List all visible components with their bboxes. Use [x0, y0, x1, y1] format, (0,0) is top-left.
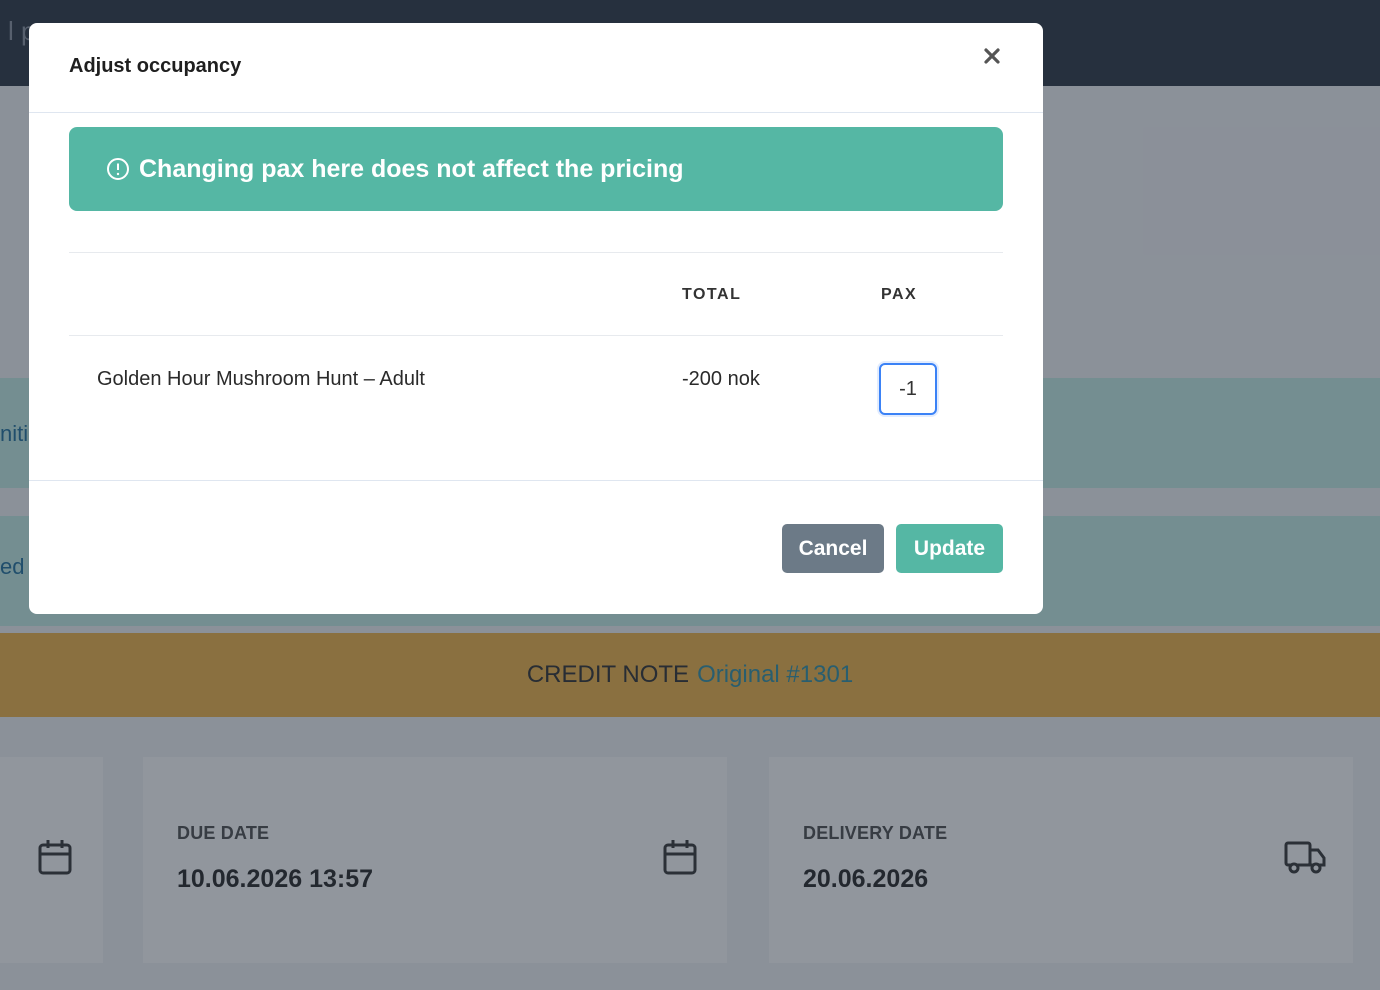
table-row: Golden Hour Mushroom Hunt – Adult -200 n… [69, 336, 1003, 456]
adjust-occupancy-dialog: Adjust occupancy Changing pax here does … [29, 23, 1043, 614]
alert-text: Changing pax here does not affect the pr… [139, 154, 684, 183]
pricing-info-alert: Changing pax here does not affect the pr… [69, 127, 1003, 211]
close-button[interactable] [975, 39, 1009, 73]
close-icon [984, 48, 1000, 64]
dialog-header: Adjust occupancy [29, 23, 1043, 113]
dialog-title: Adjust occupancy [69, 55, 242, 77]
product-name: Golden Hour Mushroom Hunt – Adult [97, 368, 425, 390]
pax-input[interactable] [879, 363, 937, 415]
dialog-footer: Cancel Update [29, 480, 1043, 614]
column-header-pax: PAX [881, 286, 918, 303]
column-header-total: TOTAL [682, 286, 742, 303]
info-circle-icon [105, 156, 131, 182]
table-header: TOTAL PAX [69, 252, 1003, 336]
occupancy-table: TOTAL PAX Golden Hour Mushroom Hunt – Ad… [69, 252, 1003, 456]
app-page: l p nitia ed CREDIT NOTE Original #1301 … [0, 0, 1380, 990]
row-total: -200 nok [682, 368, 760, 390]
cancel-button[interactable]: Cancel [782, 524, 884, 573]
update-button[interactable]: Update [896, 524, 1003, 573]
